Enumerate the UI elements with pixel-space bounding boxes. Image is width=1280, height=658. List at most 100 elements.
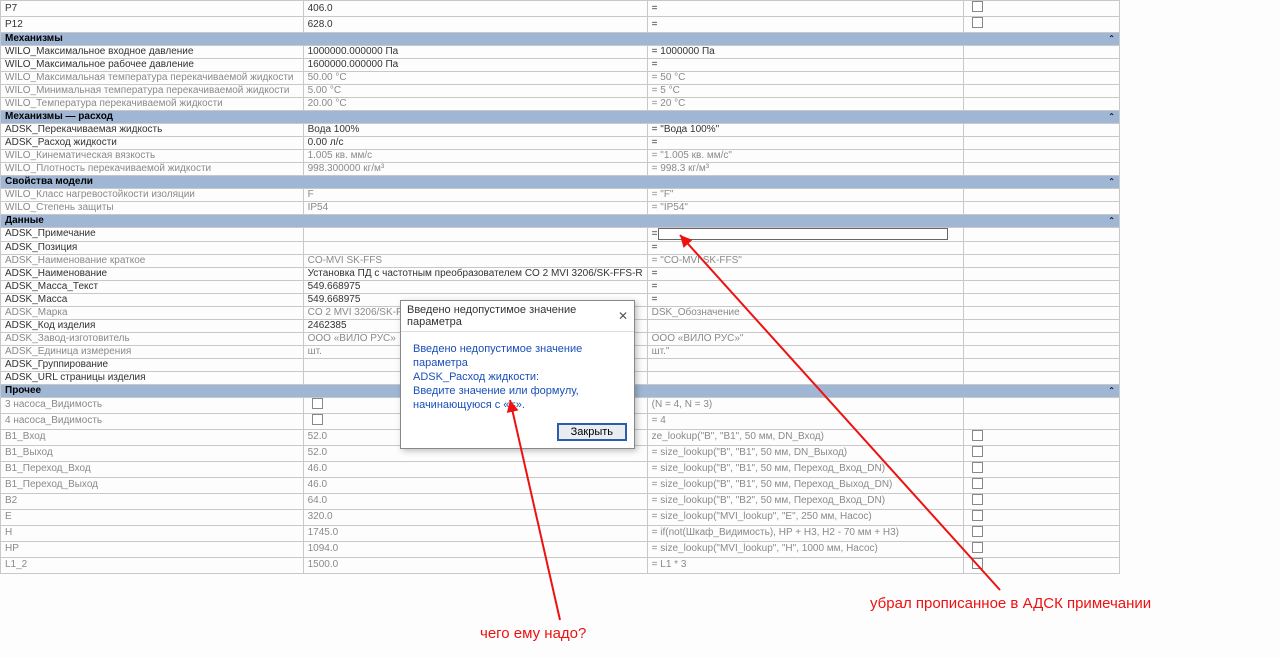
checkbox-icon[interactable] bbox=[972, 478, 983, 489]
table-row[interactable]: WILO_Температура перекачиваемой жидкости… bbox=[1, 98, 1120, 111]
param-value[interactable]: Вода 100% bbox=[303, 124, 647, 137]
table-row[interactable]: HP1094.0= size_lookup("MVI_lookup", "H",… bbox=[1, 541, 1120, 557]
close-button[interactable]: Закрыть bbox=[558, 424, 626, 440]
table-row[interactable]: WILO_Класс нагревостойкости изоляцииF= "… bbox=[1, 189, 1120, 202]
checkbox-icon[interactable] bbox=[972, 430, 983, 441]
param-formula[interactable]: = "IP54" bbox=[647, 202, 964, 215]
checkbox-icon[interactable] bbox=[972, 1, 983, 12]
param-formula[interactable]: = L1 * 3 bbox=[647, 557, 964, 573]
chevron-up-icon[interactable]: ⌃ bbox=[1108, 215, 1115, 227]
param-formula[interactable]: = bbox=[647, 280, 964, 293]
formula-input[interactable] bbox=[658, 228, 948, 240]
param-value[interactable] bbox=[303, 228, 647, 242]
param-lock-cell[interactable] bbox=[964, 150, 1120, 163]
param-formula[interactable]: = bbox=[647, 228, 964, 242]
param-value[interactable]: 5.00 °C bbox=[303, 85, 647, 98]
table-row[interactable]: ADSK_Расход жидкости0.00 л/с= bbox=[1, 137, 1120, 150]
param-formula[interactable]: = 1000000 Па bbox=[647, 46, 964, 59]
param-value[interactable]: 46.0 bbox=[303, 461, 647, 477]
param-value[interactable]: 1.005 кв. мм/с bbox=[303, 150, 647, 163]
param-lock-cell[interactable] bbox=[964, 254, 1120, 267]
checkbox-icon[interactable] bbox=[972, 558, 983, 569]
checkbox-icon[interactable] bbox=[312, 398, 323, 409]
param-formula[interactable]: шт." bbox=[647, 345, 964, 358]
param-formula[interactable]: = size_lookup("B", "B1", 50 мм, Переход_… bbox=[647, 477, 964, 493]
param-lock-cell[interactable] bbox=[964, 267, 1120, 280]
table-row[interactable]: E320.0= size_lookup("MVI_lookup", "E", 2… bbox=[1, 509, 1120, 525]
param-formula[interactable]: = size_lookup("MVI_lookup", "H", 1000 мм… bbox=[647, 541, 964, 557]
param-lock-cell[interactable] bbox=[964, 137, 1120, 150]
param-lock-cell[interactable] bbox=[964, 17, 1120, 33]
table-row[interactable]: WILO_Максимальное рабочее давление160000… bbox=[1, 59, 1120, 72]
param-value[interactable]: 406.0 bbox=[303, 1, 647, 17]
param-value[interactable]: 1600000.000000 Па bbox=[303, 59, 647, 72]
param-lock-cell[interactable] bbox=[964, 293, 1120, 306]
param-formula[interactable]: = bbox=[647, 1, 964, 17]
table-row[interactable]: B264.0= size_lookup("B", "B2", 50 мм, Пе… bbox=[1, 493, 1120, 509]
param-formula[interactable]: = bbox=[647, 137, 964, 150]
param-lock-cell[interactable] bbox=[964, 525, 1120, 541]
param-formula[interactable]: = 4 bbox=[647, 413, 964, 429]
param-formula[interactable]: = "Вода 100%" bbox=[647, 124, 964, 137]
table-row[interactable]: B1_Переход_Выход46.0= size_lookup("B", "… bbox=[1, 477, 1120, 493]
table-row[interactable]: B1_Переход_Вход46.0= size_lookup("B", "B… bbox=[1, 461, 1120, 477]
param-lock-cell[interactable] bbox=[964, 163, 1120, 176]
chevron-up-icon[interactable]: ⌃ bbox=[1108, 33, 1115, 45]
chevron-up-icon[interactable]: ⌃ bbox=[1108, 385, 1115, 397]
param-lock-cell[interactable] bbox=[964, 509, 1120, 525]
param-formula[interactable]: = size_lookup("B", "B2", 50 мм, Переход_… bbox=[647, 493, 964, 509]
checkbox-icon[interactable] bbox=[312, 414, 323, 425]
param-formula[interactable]: = 5 °C bbox=[647, 85, 964, 98]
table-row[interactable]: H1745.0= if(not(Шкаф_Видимость), HP + H3… bbox=[1, 525, 1120, 541]
table-row[interactable]: ADSK_Наименование краткоеCO-MVI SK-FFS= … bbox=[1, 254, 1120, 267]
param-lock-cell[interactable] bbox=[964, 59, 1120, 72]
checkbox-icon[interactable] bbox=[972, 17, 983, 28]
param-value[interactable] bbox=[303, 241, 647, 254]
table-row[interactable]: ADSK_НаименованиеУстановка ПД с частотны… bbox=[1, 267, 1120, 280]
chevron-up-icon[interactable]: ⌃ bbox=[1108, 176, 1115, 188]
param-lock-cell[interactable] bbox=[964, 306, 1120, 319]
table-row[interactable]: ADSK_Позиция= bbox=[1, 241, 1120, 254]
param-value[interactable]: 46.0 bbox=[303, 477, 647, 493]
param-lock-cell[interactable] bbox=[964, 557, 1120, 573]
param-formula[interactable]: = "F" bbox=[647, 189, 964, 202]
param-formula[interactable]: = bbox=[647, 241, 964, 254]
param-lock-cell[interactable] bbox=[964, 202, 1120, 215]
param-formula[interactable]: = 998.3 кг/м³ bbox=[647, 163, 964, 176]
param-lock-cell[interactable] bbox=[964, 461, 1120, 477]
checkbox-icon[interactable] bbox=[972, 494, 983, 505]
table-row[interactable]: ADSK_Примечание= bbox=[1, 228, 1120, 242]
param-value[interactable]: CO-MVI SK-FFS bbox=[303, 254, 647, 267]
param-value[interactable]: 628.0 bbox=[303, 17, 647, 33]
checkbox-icon[interactable] bbox=[972, 510, 983, 521]
table-row[interactable]: WILO_Плотность перекачиваемой жидкости99… bbox=[1, 163, 1120, 176]
param-formula[interactable]: = if(not(Шкаф_Видимость), HP + H3, H2 - … bbox=[647, 525, 964, 541]
param-lock-cell[interactable] bbox=[964, 413, 1120, 429]
table-row[interactable]: WILO_Степень защитыIP54= "IP54" bbox=[1, 202, 1120, 215]
param-lock-cell[interactable] bbox=[964, 429, 1120, 445]
param-value[interactable]: 320.0 bbox=[303, 509, 647, 525]
checkbox-icon[interactable] bbox=[972, 462, 983, 473]
param-lock-cell[interactable] bbox=[964, 124, 1120, 137]
checkbox-icon[interactable] bbox=[972, 542, 983, 553]
param-lock-cell[interactable] bbox=[964, 72, 1120, 85]
param-formula[interactable]: DSK_Обозначение bbox=[647, 306, 964, 319]
checkbox-icon[interactable] bbox=[972, 526, 983, 537]
param-lock-cell[interactable] bbox=[964, 371, 1120, 384]
param-lock-cell[interactable] bbox=[964, 445, 1120, 461]
param-formula[interactable]: ze_lookup("B", "B1", 50 мм, DN_Вход) bbox=[647, 429, 964, 445]
close-icon[interactable]: ✕ bbox=[618, 309, 628, 323]
param-lock-cell[interactable] bbox=[964, 493, 1120, 509]
param-formula[interactable] bbox=[647, 371, 964, 384]
param-formula[interactable]: = 20 °C bbox=[647, 98, 964, 111]
param-formula[interactable]: (N = 4, N = 3) bbox=[647, 397, 964, 413]
table-row[interactable]: WILO_Максимальное входное давление100000… bbox=[1, 46, 1120, 59]
param-value[interactable]: 1094.0 bbox=[303, 541, 647, 557]
param-lock-cell[interactable] bbox=[964, 332, 1120, 345]
param-lock-cell[interactable] bbox=[964, 228, 1120, 242]
chevron-up-icon[interactable]: ⌃ bbox=[1108, 111, 1115, 123]
param-lock-cell[interactable] bbox=[964, 98, 1120, 111]
param-value[interactable]: 64.0 bbox=[303, 493, 647, 509]
param-formula[interactable]: = size_lookup("B", "B1", 50 мм, DN_Выход… bbox=[647, 445, 964, 461]
param-formula[interactable]: = size_lookup("MVI_lookup", "E", 250 мм,… bbox=[647, 509, 964, 525]
